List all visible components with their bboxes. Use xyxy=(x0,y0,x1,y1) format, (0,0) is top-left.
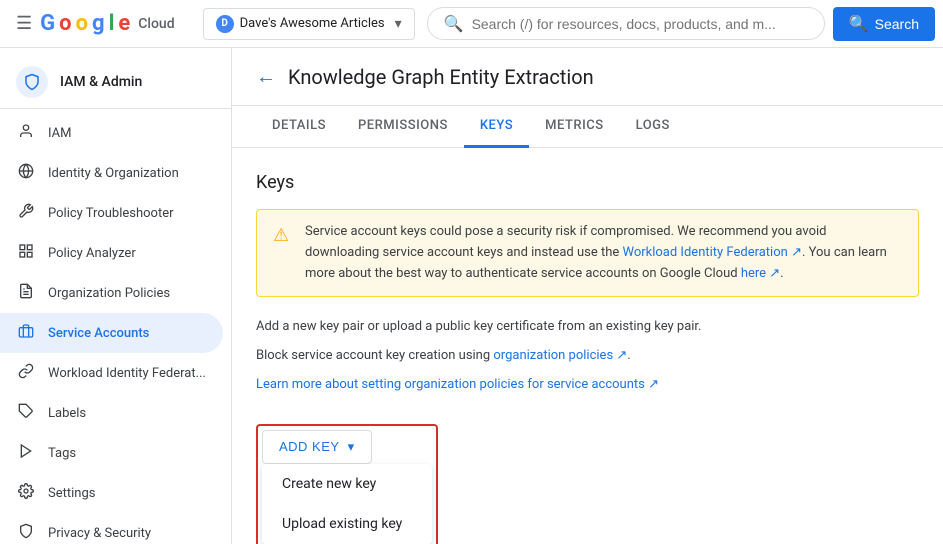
keys-content: Keys ⚠ Service account keys could pose a… xyxy=(232,148,943,544)
labels-icon xyxy=(16,403,36,423)
organization-policies-icon xyxy=(16,283,36,303)
add-key-dropdown-menu: Create new key Upload existing key xyxy=(262,464,432,544)
sidebar-item-label-identity-org: Identity & Organization xyxy=(48,166,179,181)
tab-logs[interactable]: LOGS xyxy=(620,106,686,148)
sidebar: IAM & Admin IAM Identity & Organization … xyxy=(0,48,232,544)
dropdown-arrow-icon: ▾ xyxy=(348,439,355,455)
service-accounts-icon xyxy=(16,323,36,343)
main-content: ← Knowledge Graph Entity Extraction DETA… xyxy=(232,48,943,544)
sidebar-item-label-labels: Labels xyxy=(48,406,86,421)
sidebar-item-label-settings: Settings xyxy=(48,486,95,501)
org-policies-link[interactable]: organization policies ↗ xyxy=(493,348,627,363)
sidebar-item-label-service-accounts: Service Accounts xyxy=(48,326,149,341)
tabs-bar: DETAILS PERMISSIONS KEYS METRICS LOGS xyxy=(232,106,943,148)
settings-icon xyxy=(16,483,36,503)
back-button[interactable]: ← xyxy=(256,64,276,89)
sidebar-item-label-privacy-security: Privacy & Security xyxy=(48,526,151,541)
sidebar-item-policy-troubleshooter[interactable]: Policy Troubleshooter xyxy=(0,193,223,233)
here-link-text: here xyxy=(741,266,766,281)
org-policies-link-text: organization policies xyxy=(493,348,613,363)
tags-icon xyxy=(16,443,36,463)
search-input[interactable] xyxy=(472,16,808,32)
iam-icon xyxy=(16,123,36,143)
privacy-security-icon xyxy=(16,523,36,543)
logo-g: G xyxy=(40,11,55,36)
policy-troubleshooter-icon xyxy=(16,203,36,223)
here-link[interactable]: here ↗ xyxy=(741,266,780,281)
sidebar-item-iam[interactable]: IAM xyxy=(0,113,223,153)
logo-e: e xyxy=(118,11,130,36)
workload-identity-link-text: Workload Identity Federation xyxy=(622,245,787,260)
workload-identity-federation-link[interactable]: Workload Identity Federation ↗ xyxy=(622,245,801,260)
tab-permissions[interactable]: PERMISSIONS xyxy=(342,106,464,148)
hamburger-menu[interactable]: ☰ xyxy=(8,5,40,42)
sidebar-title: IAM & Admin xyxy=(60,74,142,90)
sidebar-header: IAM & Admin xyxy=(0,56,231,109)
sidebar-item-service-accounts[interactable]: Service Accounts xyxy=(0,313,223,353)
identity-org-icon xyxy=(16,163,36,183)
logo-g2: g xyxy=(92,11,105,36)
sidebar-item-label-workload-identity: Workload Identity Federat... xyxy=(48,366,206,381)
search-button[interactable]: 🔍 Search xyxy=(833,7,935,41)
info2-before: Block service account key creation using xyxy=(256,348,493,363)
project-name: Dave's Awesome Articles xyxy=(240,16,385,31)
warning-box: ⚠ Service account keys could pose a secu… xyxy=(256,209,919,297)
info-text-2: Block service account key creation using… xyxy=(256,346,919,367)
topbar: ☰ Google Cloud D Dave's Awesome Articles… xyxy=(0,0,943,48)
project-chevron-icon: ▾ xyxy=(395,16,402,32)
info-text-1: Add a new key pair or upload a public ke… xyxy=(256,317,919,338)
external-link-icon: ↗ xyxy=(791,245,802,260)
policy-analyzer-icon xyxy=(16,243,36,263)
project-selector[interactable]: D Dave's Awesome Articles ▾ xyxy=(203,8,415,40)
google-cloud-logo: Google Cloud xyxy=(40,11,174,36)
sidebar-item-tags[interactable]: Tags xyxy=(0,433,223,473)
upload-existing-key-option[interactable]: Upload existing key xyxy=(262,504,432,544)
search-bar[interactable]: 🔍 xyxy=(427,7,825,40)
tab-keys[interactable]: KEYS xyxy=(464,106,529,148)
workload-identity-icon xyxy=(16,363,36,383)
warning-text: Service account keys could pose a securi… xyxy=(305,222,902,284)
sidebar-item-workload-identity[interactable]: Workload Identity Federat... xyxy=(0,353,223,393)
search-button-icon: 🔍 xyxy=(849,14,869,34)
logo-l: l xyxy=(109,11,115,36)
tab-details[interactable]: DETAILS xyxy=(256,106,342,148)
sidebar-item-label-policy-troubleshooter: Policy Troubleshooter xyxy=(48,206,174,221)
info2-after: . xyxy=(627,348,630,363)
sidebar-item-label-policy-analyzer: Policy Analyzer xyxy=(48,246,136,261)
logo-cloud-text: Cloud xyxy=(138,16,174,32)
sidebar-item-organization-policies[interactable]: Organization Policies xyxy=(0,273,223,313)
sidebar-item-settings[interactable]: Settings xyxy=(0,473,223,513)
learn-more-link[interactable]: Learn more about setting organization po… xyxy=(256,377,659,392)
create-new-key-option[interactable]: Create new key xyxy=(262,464,432,504)
info-text-3[interactable]: Learn more about setting organization po… xyxy=(256,375,919,396)
page-header: ← Knowledge Graph Entity Extraction xyxy=(232,48,943,106)
dropdown-wrapper: ADD KEY ▾ Create new key Upload existing… xyxy=(256,424,438,544)
sidebar-item-label-tags: Tags xyxy=(48,446,76,461)
project-icon: D xyxy=(216,15,234,33)
keys-section-title: Keys xyxy=(256,172,919,193)
sidebar-item-labels[interactable]: Labels xyxy=(0,393,223,433)
sidebar-item-label-iam: IAM xyxy=(48,126,71,141)
logo-o2: o xyxy=(76,11,88,36)
search-bar-icon: 🔍 xyxy=(444,14,464,33)
sidebar-item-privacy-security[interactable]: Privacy & Security xyxy=(0,513,223,544)
add-key-area: ADD KEY ▾ Create new key Upload existing… xyxy=(256,424,438,544)
add-key-button-label: ADD KEY xyxy=(279,439,340,454)
tab-metrics[interactable]: METRICS xyxy=(529,106,619,148)
add-key-button[interactable]: ADD KEY ▾ xyxy=(262,430,372,464)
warning-icon: ⚠ xyxy=(273,222,293,284)
sidebar-item-policy-analyzer[interactable]: Policy Analyzer xyxy=(0,233,223,273)
main-layout: IAM & Admin IAM Identity & Organization … xyxy=(0,48,943,544)
search-button-label: Search xyxy=(875,16,919,32)
sidebar-item-label-org-policies: Organization Policies xyxy=(48,286,170,301)
sidebar-header-icon xyxy=(16,66,48,98)
warning-text-after: . xyxy=(780,266,783,281)
logo-o1: o xyxy=(59,11,71,36)
page-title: Knowledge Graph Entity Extraction xyxy=(288,65,594,89)
sidebar-item-identity-org[interactable]: Identity & Organization xyxy=(0,153,223,193)
